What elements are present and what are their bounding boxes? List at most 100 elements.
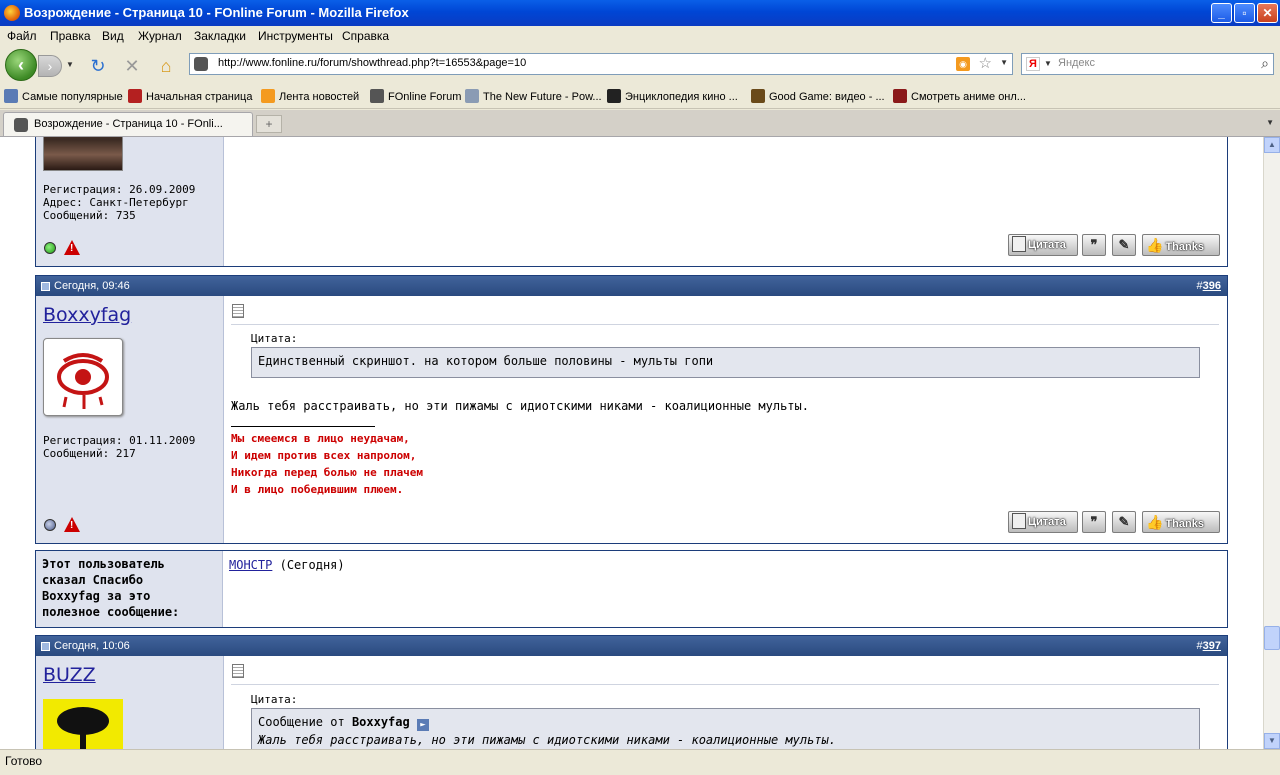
offline-status-icon (44, 519, 56, 531)
post-number: #396 (1196, 280, 1221, 292)
bookmark-news-feed[interactable]: Лента новостей (261, 89, 359, 103)
online-status-icon (44, 242, 56, 254)
avatar[interactable] (43, 699, 123, 749)
title-bar: Возрождение - Страница 10 - FOnline Foru… (0, 0, 1280, 26)
menu-history[interactable]: Журнал (138, 29, 182, 43)
bookmark-good-game[interactable]: Good Game: видео - ... (751, 89, 885, 103)
post-date: Сегодня, 10:06 (54, 640, 130, 652)
page-icon (465, 89, 479, 103)
multi-quote-button[interactable]: ❞ (1082, 234, 1106, 256)
report-post-icon[interactable] (64, 517, 80, 532)
new-tab-button[interactable]: + (256, 115, 282, 133)
thumbs-up-icon: 👍 (1146, 237, 1164, 253)
username-link[interactable]: BUZZ (43, 664, 96, 686)
yandex-icon[interactable]: Я (1026, 57, 1040, 71)
url-text[interactable]: http://www.fonline.ru/forum/showthread.p… (218, 57, 526, 69)
film-icon (607, 89, 621, 103)
menu-bookmarks[interactable]: Закладки (194, 29, 246, 43)
good-game-icon (751, 89, 765, 103)
address-bar[interactable]: http://www.fonline.ru/forum/showthread.p… (189, 53, 1013, 75)
username-link[interactable]: Boxxyfag (43, 304, 131, 326)
bookmark-new-future[interactable]: The New Future - Pow... (465, 89, 602, 103)
page-content: Регистрация: 26.09.2009 Адрес: Санкт-Пет… (0, 137, 1263, 749)
reload-icon[interactable]: ↻ (86, 54, 110, 78)
tab-title[interactable]: Возрождение - Страница 10 - FOnli... (34, 118, 223, 130)
url-dropdown-icon[interactable]: ▼ (1000, 58, 1008, 67)
navigation-toolbar: ‹ › ▼ ↻ ✕ ⌂ http://www.fonline.ru/forum/… (0, 46, 1280, 84)
avatar[interactable] (43, 137, 123, 171)
signature: Мы смеемся в лицо неудачам, И идем проти… (231, 432, 424, 496)
view-post-icon[interactable]: ► (416, 719, 429, 731)
post-icon (232, 664, 244, 678)
post-number: #397 (1196, 640, 1221, 652)
report-post-icon[interactable] (64, 240, 80, 255)
user-details: Регистрация: 26.09.2009 Адрес: Санкт-Пет… (43, 183, 196, 222)
post-divider (231, 324, 1219, 325)
stop-icon[interactable]: ✕ (120, 54, 144, 78)
quote-button[interactable]: Цитата (1008, 234, 1078, 256)
back-button[interactable]: ‹ (5, 49, 37, 81)
post-message: Цитата ❞ ✎ 👍 Thanks (225, 137, 1227, 266)
menu-file[interactable]: Файл (7, 29, 37, 43)
fonline-icon (370, 89, 384, 103)
forum-post: Регистрация: 26.09.2009 Адрес: Санкт-Пет… (35, 137, 1228, 267)
post-message: Цитата: Сообщение от Boxxyfag ► Жаль теб… (225, 656, 1227, 749)
quick-reply-button[interactable]: ✎ (1112, 511, 1136, 533)
bookmark-star-icon[interactable]: ☆ (979, 54, 992, 72)
quote-button[interactable]: Цитата (1008, 511, 1078, 533)
menu-tools[interactable]: Инструменты (258, 29, 333, 43)
quote-from-user: Boxxyfag (351, 715, 410, 729)
search-engine-dropdown-icon[interactable]: ▼ (1044, 59, 1052, 68)
post-userinfo: Boxxyfag Регистрация: 01.11.2009 Сообщен… (36, 296, 224, 543)
thumbs-up-icon: 👍 (1146, 514, 1164, 530)
post-status-icon (41, 282, 50, 291)
post-icon (232, 304, 244, 318)
signature-divider (231, 426, 375, 427)
tab-active[interactable]: Возрождение - Страница 10 - FOnli... (3, 112, 253, 136)
status-text: Готово (5, 754, 43, 768)
thanks-button[interactable]: 👍 Thanks (1142, 234, 1220, 256)
bookmark-start-page[interactable]: Начальная страница (128, 89, 252, 103)
multi-quote-button[interactable]: ❞ (1082, 511, 1106, 533)
search-icon[interactable]: ⌕ (1261, 55, 1269, 72)
quote-from-prefix: Сообщение от (258, 715, 345, 729)
scroll-down-icon[interactable]: ▼ (1264, 733, 1280, 749)
forward-button[interactable]: › (38, 55, 62, 77)
thanks-label: Этот пользователь сказал Спасибо Boxxyfa… (36, 551, 223, 627)
tab-strip: Возрождение - Страница 10 - FOnli... + ▼ (0, 110, 1280, 137)
post-permalink[interactable]: 396 (1203, 280, 1221, 292)
thanks-user-link[interactable]: МОНСТР (229, 558, 272, 572)
bookmark-anime[interactable]: Смотреть аниме онл... (893, 89, 1026, 103)
avatar[interactable] (43, 338, 123, 416)
rss-feed-icon[interactable]: ◉ (956, 57, 970, 71)
search-box[interactable]: Я ▼ Яндекс ⌕ (1021, 53, 1274, 75)
list-all-tabs-icon[interactable]: ▼ (1266, 118, 1274, 127)
quote-label: Цитата: (251, 693, 298, 706)
quote-text: Жаль тебя расстраивать, но эти пижамы с … (258, 733, 836, 747)
quote-block: Единственный скриншот. на котором больше… (251, 347, 1200, 378)
minimize-button[interactable]: _ (1211, 3, 1232, 23)
user-details: Регистрация: 01.11.2009 Сообщений: 217 (43, 434, 196, 460)
history-dropdown-icon[interactable]: ▼ (66, 60, 74, 69)
site-identity-icon[interactable] (194, 57, 208, 71)
home-icon[interactable]: ⌂ (154, 54, 178, 78)
search-input[interactable]: Яндекс (1058, 57, 1095, 69)
firefox-logo-icon (4, 5, 20, 21)
scroll-up-icon[interactable]: ▲ (1264, 137, 1280, 153)
menu-edit[interactable]: Правка (50, 29, 91, 43)
scroll-thumb[interactable] (1264, 626, 1280, 650)
bookmarks-folder-icon (4, 89, 18, 103)
close-button[interactable]: ✕ (1257, 3, 1278, 23)
menu-view[interactable]: Вид (102, 29, 124, 43)
menu-help[interactable]: Справка (342, 29, 389, 43)
post-permalink[interactable]: 397 (1203, 640, 1221, 652)
vertical-scrollbar[interactable]: ▲ ▼ (1263, 137, 1280, 749)
bookmark-fonline-forum[interactable]: FOnline Forum (370, 89, 461, 103)
maximize-button[interactable]: ▫ (1234, 3, 1255, 23)
thanks-button[interactable]: 👍 Thanks (1142, 511, 1220, 533)
quote-block: Сообщение от Boxxyfag ► Жаль тебя расстр… (251, 708, 1200, 749)
bookmark-cinema-encyclopedia[interactable]: Энциклопедия кино ... (607, 89, 738, 103)
bookmark-most-visited[interactable]: Самые популярные (4, 89, 123, 103)
post-date: Сегодня, 09:46 (54, 280, 130, 292)
quick-reply-button[interactable]: ✎ (1112, 234, 1136, 256)
